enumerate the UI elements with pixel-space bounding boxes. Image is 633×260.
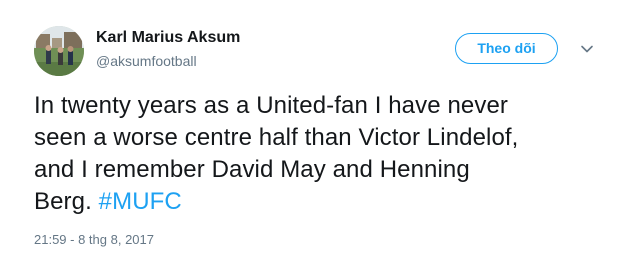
author-handle[interactable]: @aksumfootball [96,52,240,70]
tweet-text: In twenty years as a United-fan I have n… [34,90,594,218]
tweet-line: In twenty years as a United-fan I have n… [34,92,508,119]
chevron-down-icon[interactable] [580,42,594,56]
avatar-photo [34,26,84,76]
tweet-line: and I remember David May and Henning [34,156,470,183]
author-display-name[interactable]: Karl Marius Aksum [96,28,240,48]
tweet-line-text: Berg. [34,188,92,215]
tweet-line-last: Berg. #MUFC [34,186,594,218]
avatar[interactable] [34,26,84,76]
author-block[interactable]: Karl Marius Aksum @aksumfootball [96,28,240,70]
tweet-line: seen a worse centre half than Victor Lin… [34,124,519,151]
tweet-timestamp[interactable]: 21:59 - 8 thg 8, 2017 [34,232,154,248]
hashtag-link[interactable]: #MUFC [99,188,182,215]
follow-button[interactable]: Theo dõi [455,33,558,64]
